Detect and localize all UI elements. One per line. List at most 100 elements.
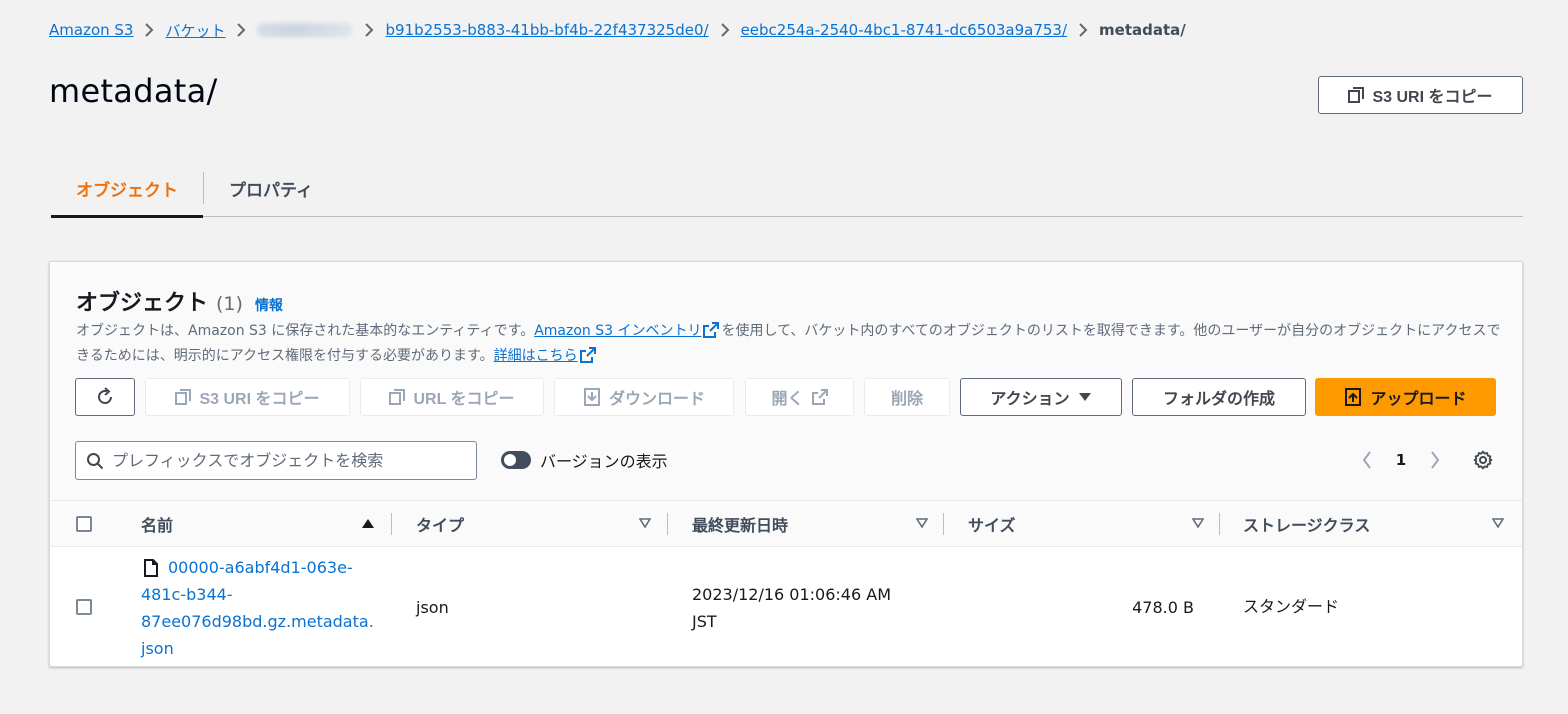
breadcrumb-folder-1[interactable]: b91b2553-b883-41bb-bf4b-22f437325de0/ (385, 21, 708, 39)
column-divider (667, 513, 668, 535)
external-link-icon (811, 389, 828, 405)
show-versions-toggle[interactable]: バージョンの表示 (501, 448, 668, 472)
objects-title: オブジェクト (76, 291, 209, 316)
copy-s3-uri-button[interactable]: S3 URI をコピー (1318, 76, 1523, 114)
tab-objects[interactable]: オブジェクト (51, 160, 203, 218)
sort-icon (1492, 518, 1504, 529)
previous-page-button[interactable] (1350, 448, 1384, 472)
breadcrumb-folder-2[interactable]: eebc254a-2540-4bc1-8741-dc6503a9a753/ (741, 21, 1067, 39)
show-versions-label: バージョンの表示 (540, 452, 668, 471)
object-name-link[interactable]: 481c-b344- (141, 585, 233, 604)
objects-heading: オブジェクト (1) 情報 (76, 285, 283, 317)
tab-properties[interactable]: プロパティ (204, 160, 338, 216)
column-last-modified-label: 最終更新日時 (692, 516, 789, 535)
column-name[interactable]: 名前 (141, 501, 375, 547)
description-text-1: オブジェクトは、Amazon S3 に保存された基本的なエンティティです。 (76, 323, 535, 339)
sort-ascending-icon (362, 519, 374, 528)
chevron-right-icon (225, 23, 257, 37)
preferences-button[interactable] (1471, 448, 1495, 472)
object-name-link[interactable]: json (141, 639, 174, 658)
info-link[interactable]: 情報 (255, 295, 283, 315)
chevron-right-icon (1431, 451, 1440, 469)
tab-bar: オブジェクト プロパティ (51, 160, 1523, 218)
object-storage-class: スタンダード (1243, 597, 1340, 616)
upload-button[interactable]: アップロード (1315, 378, 1496, 416)
search-input[interactable] (112, 451, 452, 470)
column-name-label: 名前 (141, 516, 174, 535)
objects-count: (1) (216, 293, 243, 315)
modified-date: 2023/12/16 01:06:46 AM (692, 585, 891, 604)
sort-icon (1192, 518, 1204, 529)
column-last-modified[interactable]: 最終更新日時 (692, 501, 928, 547)
download-icon (583, 388, 600, 406)
breadcrumb-buckets[interactable]: バケット (165, 20, 225, 41)
object-size: 478.0 B (1132, 598, 1194, 617)
download-label: ダウンロード (608, 391, 705, 408)
select-all-checkbox[interactable] (76, 516, 92, 532)
object-name-cell: 00000-a6abf4d1-063e- 481c-b344- 87ee076d… (141, 554, 391, 662)
caret-down-icon (1078, 393, 1091, 401)
object-type: json (416, 598, 449, 617)
column-divider (1219, 513, 1220, 535)
upload-label: アップロード (1370, 391, 1467, 408)
object-name-link[interactable]: 87ee076d98bd.gz.metadata. (141, 612, 374, 631)
copy-icon (389, 389, 406, 405)
download-button[interactable]: ダウンロード (554, 378, 734, 416)
page-number[interactable]: 1 (1384, 448, 1418, 472)
objects-description: オブジェクトは、Amazon S3 に保存された基本的なエンティティです。Ama… (76, 319, 1501, 369)
inventory-link[interactable]: Amazon S3 インベントリ (534, 323, 701, 339)
chevron-right-icon (133, 23, 165, 37)
breadcrumb-current: metadata/ (1099, 21, 1186, 39)
next-page-button[interactable] (1418, 448, 1452, 472)
copy-s3-uri-label: S3 URI をコピー (1372, 89, 1493, 106)
copy-url-button[interactable]: URL をコピー (360, 378, 544, 416)
column-type[interactable]: タイプ (416, 501, 651, 547)
open-button[interactable]: 開く (745, 378, 854, 416)
copy-icon (175, 389, 192, 405)
chevron-right-icon (709, 23, 741, 37)
object-name-link[interactable]: 00000-a6abf4d1-063e- (168, 554, 353, 581)
sort-icon (639, 518, 651, 529)
chevron-left-icon (1362, 451, 1371, 469)
copy-url-label: URL をコピー (413, 391, 515, 408)
breadcrumb: Amazon S3 バケット b91b2553-b883-41bb-bf4b-2… (49, 18, 1186, 42)
column-size[interactable]: サイズ (968, 501, 1204, 547)
table-row: 00000-a6abf4d1-063e- 481c-b344- 87ee076d… (50, 547, 1522, 667)
toggle-switch[interactable] (501, 451, 531, 469)
chevron-right-icon (1067, 23, 1099, 37)
breadcrumb-bucket-name-redacted[interactable] (257, 23, 354, 37)
upload-icon (1345, 388, 1362, 406)
objects-panel: オブジェクト (1) 情報 オブジェクトは、Amazon S3 に保存された基本… (49, 261, 1523, 667)
gear-icon (1473, 450, 1493, 470)
objects-panel-header: オブジェクト (1) 情報 オブジェクトは、Amazon S3 に保存された基本… (50, 262, 1522, 500)
search-icon (87, 452, 104, 469)
open-label: 開く (771, 391, 804, 408)
copy-s3-uri-toolbar-button[interactable]: S3 URI をコピー (145, 378, 350, 416)
actions-dropdown[interactable]: アクション (960, 378, 1122, 416)
refresh-icon (98, 387, 112, 404)
modified-timezone: JST (692, 612, 717, 631)
search-field[interactable] (75, 441, 477, 480)
learn-more-link[interactable]: 詳細はこちら (494, 348, 578, 364)
column-size-label: サイズ (968, 516, 1016, 535)
external-link-icon (703, 322, 720, 338)
page-title: metadata/ (49, 72, 218, 110)
sort-icon (916, 518, 928, 529)
row-checkbox[interactable] (76, 599, 92, 615)
actions-label: アクション (990, 391, 1070, 408)
pagination: 1 (1350, 448, 1452, 472)
copy-s3-uri-toolbar-label: S3 URI をコピー (199, 391, 320, 408)
delete-label: 削除 (890, 391, 923, 408)
refresh-button[interactable] (75, 378, 135, 416)
column-divider (391, 513, 392, 535)
column-storage-class-label: ストレージクラス (1243, 516, 1371, 535)
breadcrumb-amazon-s3[interactable]: Amazon S3 (49, 21, 133, 39)
column-storage-class[interactable]: ストレージクラス (1243, 501, 1504, 547)
delete-button[interactable]: 削除 (864, 378, 950, 416)
create-folder-button[interactable]: フォルダの作成 (1132, 378, 1306, 416)
column-divider (943, 513, 944, 535)
column-type-label: タイプ (416, 516, 465, 535)
table-header: 名前 タイプ 最終更新日時 サイズ ストレージクラス (50, 500, 1522, 547)
file-icon (144, 558, 158, 577)
object-last-modified: 2023/12/16 01:06:46 AM JST (692, 581, 891, 635)
